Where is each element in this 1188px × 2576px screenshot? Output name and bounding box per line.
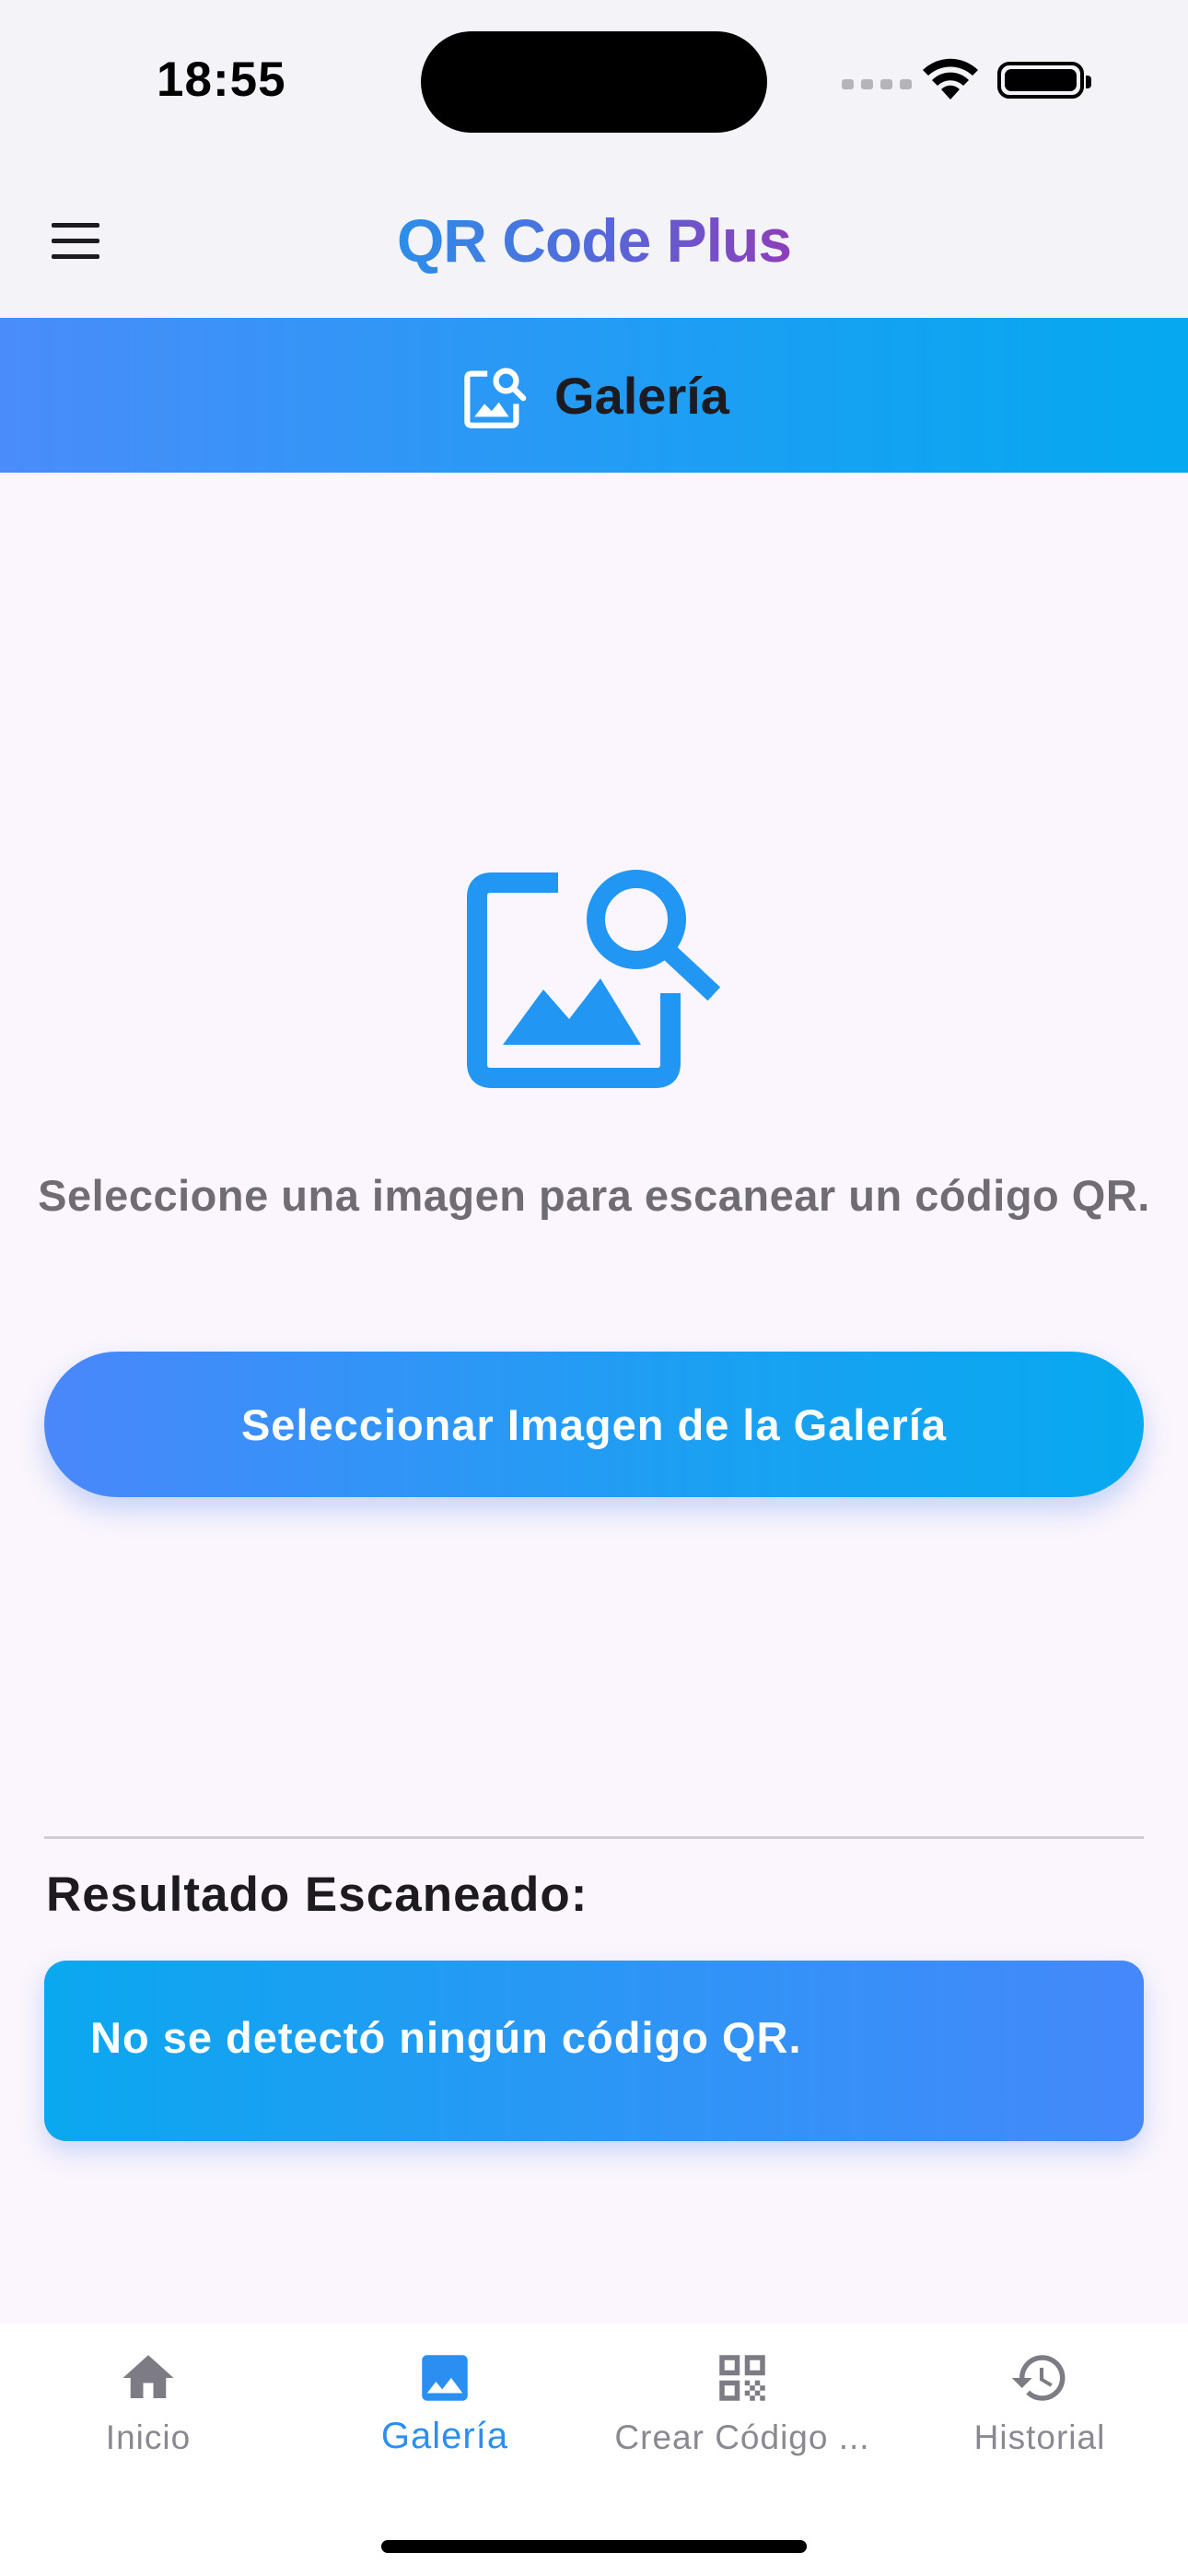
history-icon <box>1011 2355 1066 2401</box>
nav-item-inicio[interactable]: Inicio <box>0 2324 297 2508</box>
image-icon <box>422 2355 468 2401</box>
result-heading: Resultado Escaneado: <box>46 1868 588 1922</box>
nav-item-label: Inicio <box>105 2418 192 2456</box>
nav-item-label: Galería <box>380 2416 509 2456</box>
top-bar: 18:55 QR Code Plus <box>0 0 1188 318</box>
result-box: No se detectó ningún código QR. <box>44 1961 1144 2141</box>
qr-code-icon <box>719 2355 765 2401</box>
select-image-button[interactable]: Seleccionar Imagen de la Galería <box>44 1352 1144 1497</box>
result-text: No se detectó ningún código QR. <box>90 2013 802 2062</box>
divider <box>44 1836 1144 1839</box>
image-search-icon <box>467 870 721 1088</box>
banner-title: Galería <box>554 366 729 425</box>
battery-icon <box>997 62 1091 99</box>
nav-item-historial[interactable]: Historial <box>891 2324 1188 2508</box>
gallery-banner: Galería <box>0 318 1188 473</box>
bottom-navigation: Inicio Galería Crear Código ... Historia… <box>0 2324 1188 2576</box>
nav-item-galeria[interactable]: Galería <box>297 2324 593 2508</box>
dynamic-island <box>421 31 767 133</box>
home-icon <box>122 2355 174 2398</box>
status-time: 18:55 <box>157 53 286 107</box>
image-search-icon <box>464 368 527 428</box>
home-indicator[interactable] <box>381 2540 807 2553</box>
screen: 18:55 QR Code Plus Galería Seleccione un… <box>0 0 1188 2576</box>
instruction-text: Seleccione una imagen para escanear un c… <box>38 1171 1150 1220</box>
cellular-signal-icon <box>842 79 912 89</box>
nav-item-label: Crear Código ... <box>614 2418 870 2456</box>
select-image-button-label: Seleccionar Imagen de la Galería <box>240 1399 948 1449</box>
nav-item-crear-codigo[interactable]: Crear Código ... <box>594 2324 891 2508</box>
nav-item-label: Historial <box>973 2418 1106 2456</box>
wifi-icon <box>923 58 978 100</box>
app-title: QR Code Plus <box>396 206 792 275</box>
